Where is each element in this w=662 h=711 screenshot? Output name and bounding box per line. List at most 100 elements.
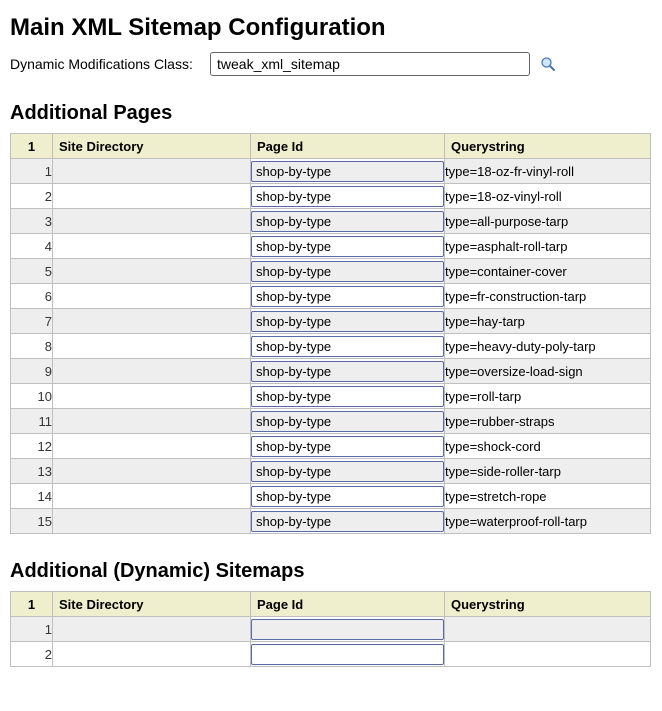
page-id-input[interactable]: [251, 286, 444, 307]
page-id-input[interactable]: [251, 361, 444, 382]
table-row: 7 type=hay-tarp: [11, 309, 651, 334]
querystring-cell[interactable]: type=side-roller-tarp: [445, 459, 651, 484]
querystring-cell[interactable]: type=18-oz-fr-vinyl-roll: [445, 159, 651, 184]
page-id-cell: [251, 234, 445, 259]
querystring-cell[interactable]: type=heavy-duty-poly-tarp: [445, 334, 651, 359]
site-directory-cell[interactable]: [53, 459, 251, 484]
querystring-cell[interactable]: type=container-cover: [445, 259, 651, 284]
table-row: 9 type=oversize-load-sign: [11, 359, 651, 384]
querystring-cell[interactable]: type=18-oz-vinyl-roll: [445, 184, 651, 209]
site-directory-cell[interactable]: [53, 234, 251, 259]
row-number: 11: [11, 409, 53, 434]
querystring-cell[interactable]: type=all-purpose-tarp: [445, 209, 651, 234]
page-id-input[interactable]: [251, 186, 444, 207]
querystring-cell[interactable]: type=stretch-rope: [445, 484, 651, 509]
querystring-cell[interactable]: type=asphalt-roll-tarp: [445, 234, 651, 259]
table-row: 1type=18-oz-fr-vinyl-roll: [11, 159, 651, 184]
page-id-cell: [251, 434, 445, 459]
page-title: Main XML Sitemap Configuration: [10, 14, 652, 42]
row-number: 15: [11, 509, 53, 534]
table-row: 5 type=container-cover: [11, 259, 651, 284]
row-number: 4: [11, 234, 53, 259]
querystring-cell[interactable]: type=fr-construction-tarp: [445, 284, 651, 309]
site-directory-cell[interactable]: [53, 409, 251, 434]
page-id-cell: [251, 309, 445, 334]
page-id-input[interactable]: [251, 619, 444, 640]
page-id-cell: [251, 159, 445, 184]
table-row: 2: [11, 642, 651, 667]
page-id-cell: [251, 617, 445, 642]
querystring-cell[interactable]: type=rubber-straps: [445, 409, 651, 434]
page-id-input[interactable]: [251, 336, 444, 357]
table-row: 15 type=waterproof-roll-tarp: [11, 509, 651, 534]
site-directory-cell[interactable]: [53, 509, 251, 534]
page-id-input[interactable]: [251, 236, 444, 257]
page-id-input[interactable]: [251, 511, 444, 532]
table-row: 12 type=shock-cord: [11, 434, 651, 459]
page-id-cell: [251, 642, 445, 667]
row-number: 6: [11, 284, 53, 309]
col-header-querystring: Querystring: [445, 134, 651, 159]
page-id-input[interactable]: [251, 311, 444, 332]
site-directory-cell[interactable]: [53, 434, 251, 459]
querystring-cell[interactable]: [445, 642, 651, 667]
row-number: 7: [11, 309, 53, 334]
page-id-input[interactable]: [251, 161, 444, 182]
site-directory-cell[interactable]: [53, 359, 251, 384]
col-header-site-directory: Site Directory: [53, 592, 251, 617]
col-header-index: 1: [11, 134, 53, 159]
page-id-input[interactable]: [251, 436, 444, 457]
site-directory-cell[interactable]: [53, 309, 251, 334]
page-id-input[interactable]: [251, 486, 444, 507]
site-directory-cell[interactable]: [53, 284, 251, 309]
site-directory-cell[interactable]: [53, 159, 251, 184]
page-id-cell: [251, 209, 445, 234]
page-id-cell: [251, 459, 445, 484]
page-id-input[interactable]: [251, 211, 444, 232]
dyn-mod-label: Dynamic Modifications Class:: [10, 56, 200, 72]
dyn-mod-input[interactable]: [210, 52, 530, 76]
site-directory-cell[interactable]: [53, 642, 251, 667]
page-id-cell: [251, 409, 445, 434]
page-id-input[interactable]: [251, 261, 444, 282]
querystring-cell[interactable]: type=waterproof-roll-tarp: [445, 509, 651, 534]
col-header-querystring: Querystring: [445, 592, 651, 617]
row-number: 14: [11, 484, 53, 509]
page-id-cell: [251, 359, 445, 384]
additional-dynamic-heading: Additional (Dynamic) Sitemaps: [10, 560, 652, 583]
site-directory-cell[interactable]: [53, 209, 251, 234]
dynamic-sitemaps-table: 1 Site Directory Page Id Querystring 12: [10, 591, 651, 667]
querystring-cell[interactable]: [445, 617, 651, 642]
page-id-cell: [251, 184, 445, 209]
additional-pages-table: 1 Site Directory Page Id Querystring 1ty…: [10, 133, 651, 534]
site-directory-cell[interactable]: [53, 184, 251, 209]
site-directory-cell[interactable]: [53, 384, 251, 409]
row-number: 5: [11, 259, 53, 284]
querystring-cell[interactable]: type=hay-tarp: [445, 309, 651, 334]
site-directory-cell[interactable]: [53, 484, 251, 509]
page-id-cell: [251, 484, 445, 509]
row-number: 1: [11, 617, 53, 642]
search-icon[interactable]: [540, 56, 556, 72]
site-directory-cell[interactable]: [53, 617, 251, 642]
row-number: 9: [11, 359, 53, 384]
page-id-input[interactable]: [251, 644, 444, 665]
row-number: 2: [11, 184, 53, 209]
col-header-page-id: Page Id: [251, 134, 445, 159]
site-directory-cell[interactable]: [53, 259, 251, 284]
row-number: 12: [11, 434, 53, 459]
page-id-input[interactable]: [251, 386, 444, 407]
page-id-cell: [251, 334, 445, 359]
table-row: 8type=heavy-duty-poly-tarp: [11, 334, 651, 359]
page-id-input[interactable]: [251, 461, 444, 482]
additional-pages-heading: Additional Pages: [10, 102, 652, 125]
page-id-cell: [251, 384, 445, 409]
querystring-cell[interactable]: type=oversize-load-sign: [445, 359, 651, 384]
querystring-cell[interactable]: type=roll-tarp: [445, 384, 651, 409]
page-id-cell: [251, 259, 445, 284]
site-directory-cell[interactable]: [53, 334, 251, 359]
page-id-input[interactable]: [251, 411, 444, 432]
querystring-cell[interactable]: type=shock-cord: [445, 434, 651, 459]
table-row: 2 type=18-oz-vinyl-roll: [11, 184, 651, 209]
col-header-site-directory: Site Directory: [53, 134, 251, 159]
